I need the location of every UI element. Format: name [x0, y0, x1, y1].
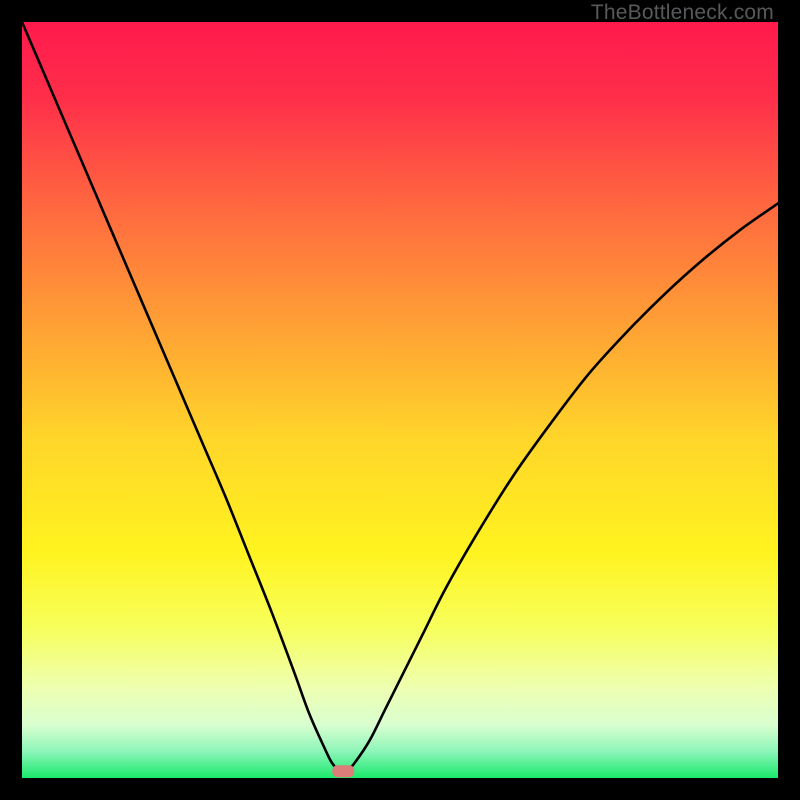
chart-background [22, 22, 778, 778]
chart-frame [22, 22, 778, 778]
optimum-marker [332, 765, 354, 777]
bottleneck-chart [22, 22, 778, 778]
